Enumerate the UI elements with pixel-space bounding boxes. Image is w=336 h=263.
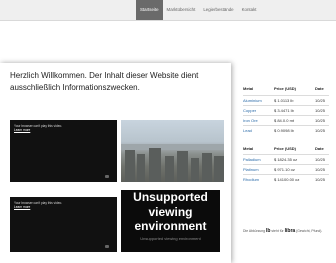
photo-building (125, 150, 135, 182)
youtube-icon[interactable] (105, 245, 109, 248)
table-row: Lead $ 0.9098 lb 10/25 (243, 125, 329, 135)
column-header-metal: Metal (243, 146, 254, 151)
table-row: Copper $ 3.4471 lb 10/25 (243, 105, 329, 115)
metal-price: $ 84.0.0 mt (274, 118, 295, 123)
nav-item-marktuebersicht[interactable]: Marktübersicht (163, 0, 200, 20)
nav-item-startseite[interactable]: Startseite (136, 0, 163, 20)
nav-item-kontakt[interactable]: Kontakt (238, 0, 261, 20)
main-nav: Startseite Marktübersicht Legierbestände… (136, 0, 261, 20)
video-player[interactable]: Your browser can't play this video. Lear… (10, 197, 117, 252)
metal-name[interactable]: Copper (243, 106, 256, 115)
learn-more-link[interactable]: Learn more (14, 128, 30, 132)
photo-building (149, 148, 161, 182)
table-row: Iron Ore $ 84.0.0 mt 10/25 (243, 115, 329, 125)
metal-price: $ 0.9098 lb (274, 128, 294, 133)
table-row: Palladium $ 1824.35 oz 10/25 (243, 154, 329, 164)
photo-building (165, 156, 174, 182)
column-header-date: Date (315, 146, 324, 151)
photo-building (177, 151, 188, 182)
metal-price: $ 1.0113 lb (274, 98, 294, 103)
nav-item-legierbestaende[interactable]: Legierbestände (199, 0, 237, 20)
footnote-word: libra (284, 228, 296, 234)
table-row: Rhodium $ 14100.00 oz 10/25 (243, 174, 329, 184)
price-date: 10/25 (315, 167, 326, 172)
youtube-icon[interactable] (105, 175, 109, 178)
price-date: 10/25 (315, 98, 326, 103)
metal-price: $ 14100.00 oz (274, 177, 300, 182)
column-header-price: Price (USD) (274, 86, 297, 91)
unsupported-subtitle: Unsupported viewing environment (140, 236, 201, 241)
footnote-abbreviation: lb (266, 228, 271, 234)
metal-name[interactable]: Iron Ore (243, 116, 258, 125)
footnote-prefix: Die Abkürzung (243, 229, 266, 233)
metal-price: $ 1824.35 oz (274, 157, 298, 162)
metal-name[interactable]: Aluminium (243, 96, 262, 105)
price-date: 10/25 (315, 128, 326, 133)
metal-name[interactable]: Rhodium (243, 175, 259, 184)
learn-more-link[interactable]: Learn more (14, 205, 30, 209)
metal-name[interactable]: Platinum (243, 165, 259, 174)
footnote-suffix: (Gewicht, Pfund). (296, 229, 323, 233)
footnote-middle: steht für (271, 229, 284, 233)
price-date: 10/25 (315, 177, 326, 182)
unsupported-embed: Unsupported viewing environment Unsuppor… (121, 190, 220, 252)
price-date: 10/25 (315, 157, 326, 162)
top-navbar: Startseite Marktübersicht Legierbestände… (0, 0, 336, 21)
photo-building (191, 158, 199, 182)
price-date: 10/25 (315, 118, 326, 123)
welcome-text: Herzlich Willkommen. Der Inhalt dieser W… (10, 71, 199, 92)
metal-name[interactable]: Palladium (243, 155, 261, 164)
metal-price: $ 3.4471 lb (274, 108, 294, 113)
abbreviation-footnote: Die Abkürzung lb steht für libra (Gewich… (243, 228, 333, 234)
city-skyline-photo (121, 120, 224, 182)
photo-building (214, 156, 224, 182)
unsupported-title: Unsupported viewing environment (133, 190, 208, 233)
price-date: 10/25 (315, 108, 326, 113)
column-header-date: Date (315, 86, 324, 91)
metal-price: $ 971.10 oz (274, 167, 295, 172)
photo-building (137, 154, 145, 182)
metal-name[interactable]: Lead (243, 126, 252, 135)
photo-horizon (121, 144, 224, 150)
column-header-metal: Metal (243, 86, 254, 91)
photo-building (202, 153, 212, 182)
column-header-price: Price (USD) (274, 146, 297, 151)
table-row: Platinum $ 971.10 oz 10/25 (243, 164, 329, 174)
video-player[interactable]: Your browser can't play this video. Lear… (10, 120, 117, 182)
table-row: Aluminium $ 1.0113 lb 10/25 (243, 95, 329, 105)
